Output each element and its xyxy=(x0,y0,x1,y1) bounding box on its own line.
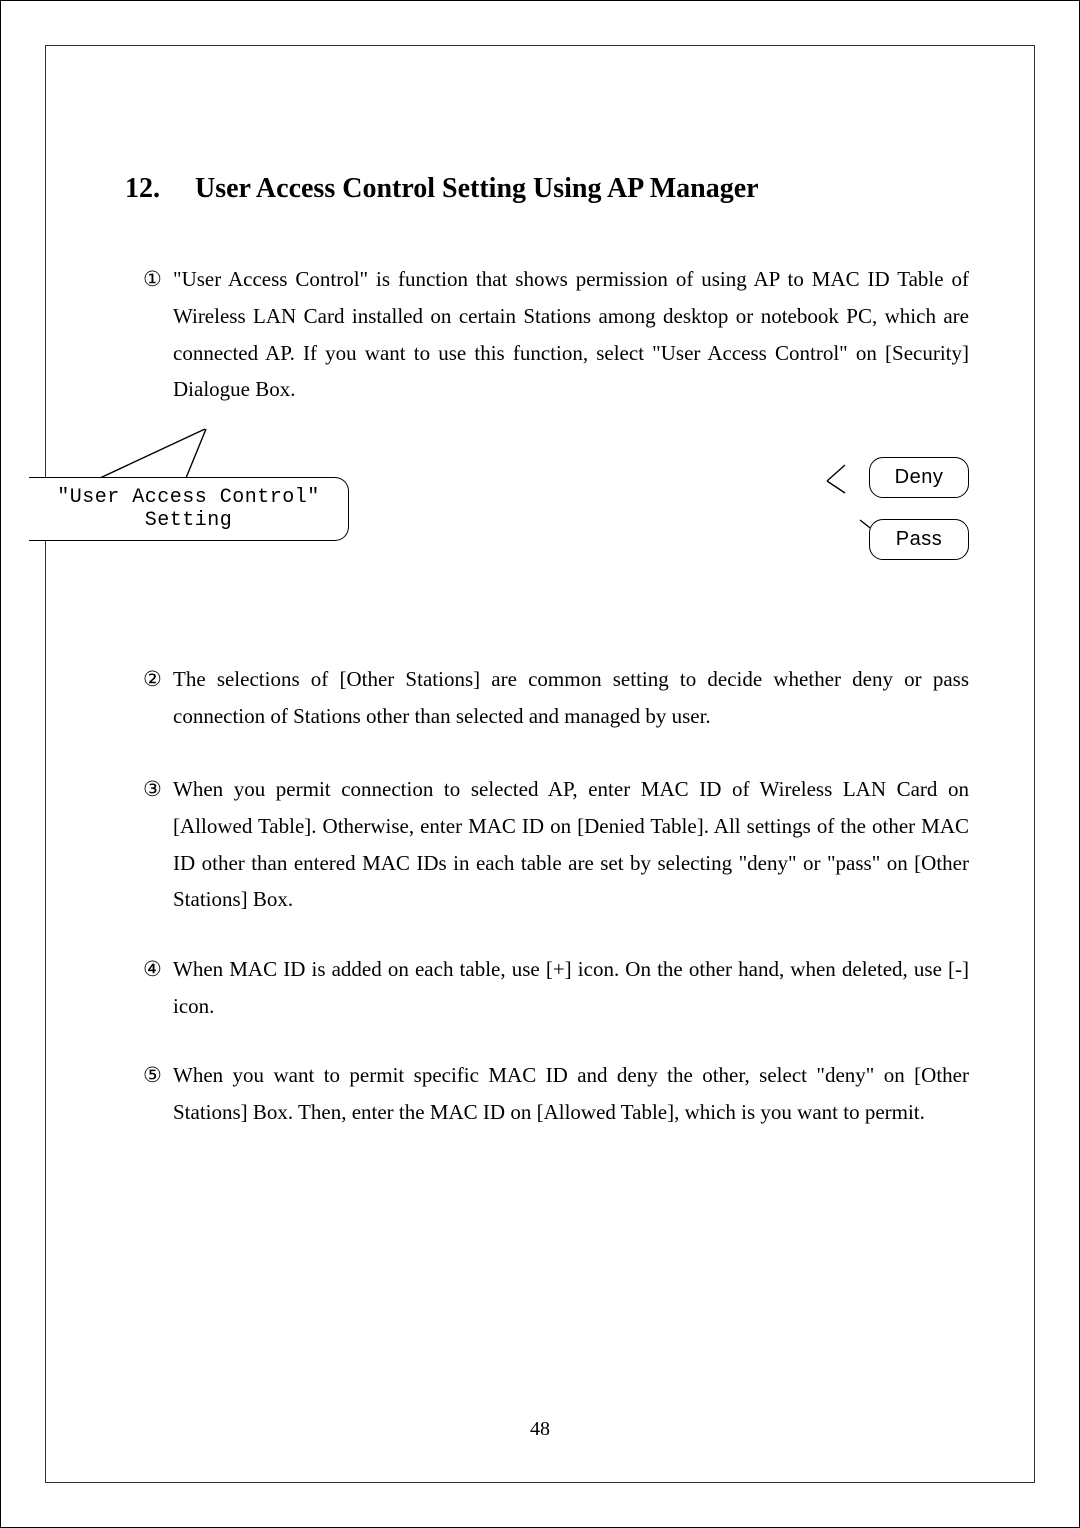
heading-text: User Access Control Setting Using AP Man… xyxy=(195,173,759,204)
callout-diagram: "User Access Control" Setting Deny Pass xyxy=(45,423,1035,623)
page: 12. User Access Control Setting Using AP… xyxy=(0,0,1080,1528)
callout-deny-label: Deny xyxy=(895,466,944,488)
circled-marker-2: ② xyxy=(143,661,162,698)
item-text-1: "User Access Control" is function that s… xyxy=(173,267,969,401)
callout-pass: Pass xyxy=(869,519,969,560)
callout-uac-setting: "User Access Control" Setting xyxy=(29,477,349,541)
section-heading: 12. User Access Control Setting Using AP… xyxy=(125,173,975,205)
list-item-2: ② The selections of [Other Stations] are… xyxy=(173,661,969,735)
list-item-3: ③ When you permit connection to selected… xyxy=(173,771,969,918)
page-number: 48 xyxy=(45,1418,1035,1441)
item-text-5: When you want to permit specific MAC ID … xyxy=(173,1063,969,1124)
content-area: 12. User Access Control Setting Using AP… xyxy=(45,45,1035,1483)
list-item-5: ⑤ When you want to permit specific MAC I… xyxy=(173,1057,969,1131)
item-text-3: When you permit connection to selected A… xyxy=(173,777,969,911)
item-text-2: The selections of [Other Stations] are c… xyxy=(173,667,969,728)
item-text-4: When MAC ID is added on each table, use … xyxy=(173,957,969,1018)
list-item-4: ④ When MAC ID is added on each table, us… xyxy=(173,951,969,1025)
callout-deny: Deny xyxy=(869,457,969,498)
list-item-1: ① "User Access Control" is function that… xyxy=(173,261,969,408)
circled-marker-5: ⑤ xyxy=(143,1057,162,1094)
callout-uac-label: "User Access Control" Setting xyxy=(57,486,320,532)
circled-marker-4: ④ xyxy=(143,951,162,988)
circled-marker-3: ③ xyxy=(143,771,162,808)
callout-pass-label: Pass xyxy=(896,528,942,550)
heading-number: 12. xyxy=(125,173,160,205)
circled-marker-1: ① xyxy=(143,261,162,298)
